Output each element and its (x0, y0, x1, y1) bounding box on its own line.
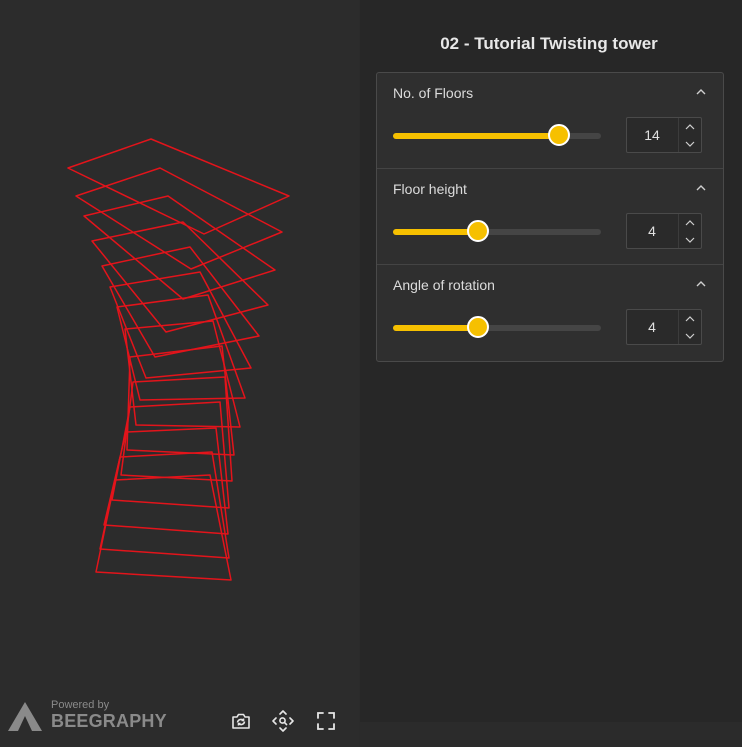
floor-outline (95, 474, 232, 581)
slider-thumb[interactable] (467, 316, 490, 338)
camera-switch-icon[interactable] (228, 708, 254, 734)
beegraphy-logo-icon (8, 702, 42, 731)
stepper-value[interactable]: 4 (627, 310, 677, 344)
branding: Powered by BEEGRAPHY (6, 698, 176, 734)
slider-fill (393, 133, 560, 139)
parameter-angle-of-rotation: Angle of rotation 4 (377, 265, 723, 361)
param-label: Angle of rotation (393, 277, 495, 293)
parameter-list: No. of Floors 14 Floor height 4 Angle of… (376, 72, 724, 362)
decrement-icon[interactable] (679, 135, 701, 152)
increment-icon[interactable] (679, 310, 701, 327)
tower-model (67, 138, 290, 581)
parameters-panel: 02 - Tutorial Twisting tower No. of Floo… (360, 0, 742, 722)
param-label: Floor height (393, 181, 467, 197)
rotation-stepper[interactable]: 4 (626, 309, 702, 345)
floor-outline (103, 427, 229, 535)
zoom-extents-icon[interactable] (270, 708, 296, 734)
param-label: No. of Floors (393, 85, 474, 101)
rotation-slider[interactable] (393, 316, 601, 338)
parameter-floors: No. of Floors 14 (377, 73, 723, 169)
floor-height-stepper[interactable]: 4 (626, 213, 702, 249)
powered-by-label: Powered by (51, 699, 110, 711)
3d-viewport[interactable]: Powered by BEEGRAPHY (0, 0, 359, 747)
increment-icon[interactable] (679, 118, 701, 135)
page-title: 02 - Tutorial Twisting tower (440, 34, 658, 53)
increment-icon[interactable] (679, 214, 701, 231)
stepper-value[interactable]: 14 (627, 118, 677, 152)
slider-thumb[interactable] (548, 124, 571, 146)
floors-stepper[interactable]: 14 (626, 117, 702, 153)
fullscreen-icon[interactable] (313, 708, 339, 734)
decrement-icon[interactable] (679, 327, 701, 344)
floor-outline (67, 138, 290, 235)
slider-fill (393, 325, 479, 331)
chevron-up-icon[interactable] (693, 180, 709, 196)
decrement-icon[interactable] (679, 231, 701, 248)
stepper-value[interactable]: 4 (627, 214, 677, 248)
brand-name: BEEGRAPHY (51, 711, 167, 731)
floor-height-slider[interactable] (393, 220, 601, 242)
floor-outline (99, 451, 230, 559)
floors-slider[interactable] (393, 124, 601, 146)
chevron-up-icon[interactable] (693, 276, 709, 292)
chevron-up-icon[interactable] (693, 84, 709, 100)
slider-thumb[interactable] (467, 220, 490, 242)
app-window: Powered by BEEGRAPHY 02 - Tutorial Twist… (0, 0, 742, 747)
parameter-floor-height: Floor height 4 (377, 169, 723, 265)
slider-fill (393, 229, 479, 235)
